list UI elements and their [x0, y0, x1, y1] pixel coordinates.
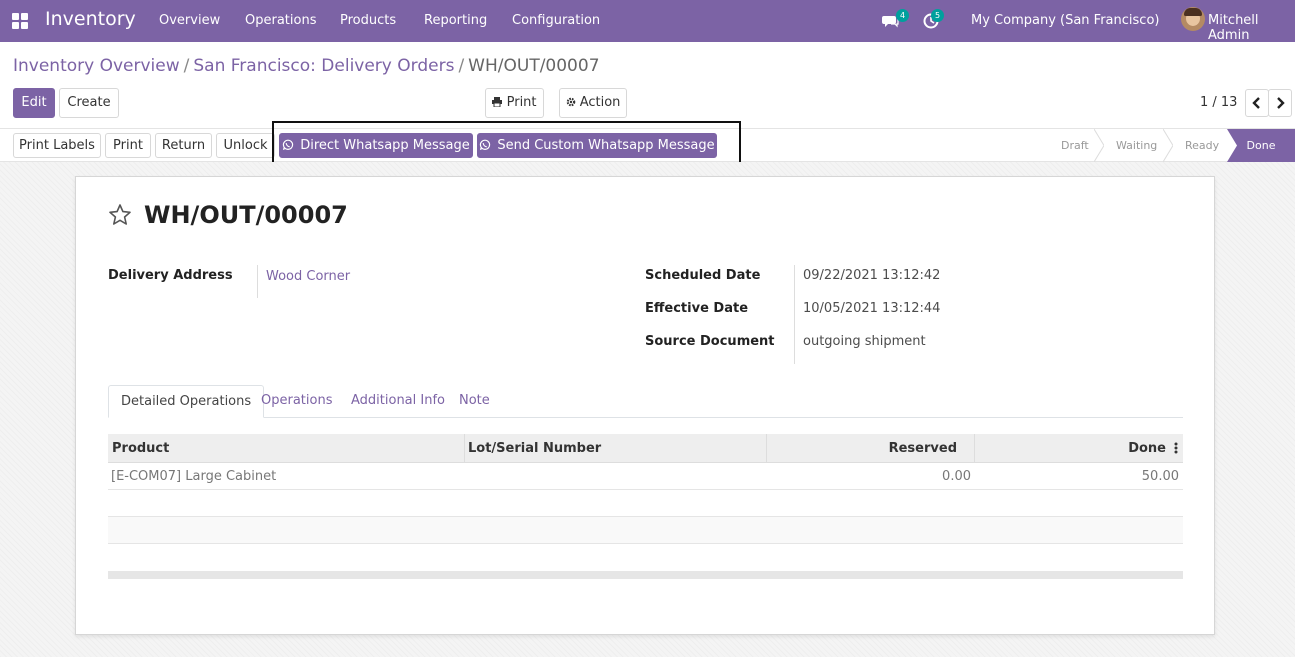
source-document-value: outgoing shipment [803, 334, 926, 349]
horizontal-scrollbar[interactable] [108, 571, 1183, 579]
star-icon[interactable] [108, 203, 132, 227]
breadcrumb-separator: / [458, 56, 465, 76]
stage-separator [1163, 129, 1173, 162]
gear-icon [566, 97, 575, 106]
whatsapp-icon [283, 139, 294, 150]
menu-operations[interactable]: Operations [245, 13, 316, 28]
cell-done: 50.00 [1141, 469, 1179, 484]
table-row[interactable]: [E-COM07] Large Cabinet 0.00 50.00 [108, 463, 1183, 490]
table-header: Product Lot/Serial Number Reserved Done [108, 434, 1183, 463]
scheduled-date-value: 09/22/2021 13:12:42 [803, 268, 941, 283]
chevron-left-icon [1252, 97, 1260, 109]
column-lot-serial[interactable]: Lot/Serial Number [468, 434, 601, 463]
delivery-address-label: Delivery Address [108, 268, 233, 283]
user-avatar[interactable] [1181, 7, 1205, 31]
field-divider [794, 265, 795, 364]
tab-note[interactable]: Note [447, 385, 502, 418]
app-name[interactable]: Inventory [45, 8, 136, 30]
stage-waiting[interactable]: Waiting [1116, 129, 1157, 162]
menu-configuration[interactable]: Configuration [512, 13, 600, 28]
scheduled-date-label: Scheduled Date [645, 268, 761, 283]
print-dropdown-label: Print [506, 95, 537, 110]
breadcrumb-current: WH/OUT/00007 [468, 56, 600, 76]
breadcrumb-delivery-orders[interactable]: San Francisco: Delivery Orders [193, 56, 454, 76]
effective-date-value: 10/05/2021 13:12:44 [803, 301, 941, 316]
print-button[interactable]: Print [105, 133, 151, 158]
stage-separator [1094, 129, 1104, 162]
edit-button[interactable]: Edit [13, 88, 55, 118]
column-done[interactable]: Done [1128, 434, 1166, 463]
company-switcher[interactable]: My Company (San Francisco) [971, 13, 1159, 28]
stage-ready[interactable]: Ready [1185, 129, 1219, 162]
chevron-right-icon [1277, 97, 1285, 109]
pager-previous-button[interactable] [1245, 89, 1269, 117]
stage-done-current: Done [1227, 129, 1295, 162]
whatsapp-icon [480, 139, 491, 150]
direct-whatsapp-label: Direct Whatsapp Message [300, 138, 470, 153]
notebook-tabs: Detailed Operations Operations Additiona… [108, 385, 1183, 418]
create-button[interactable]: Create [59, 88, 119, 118]
apps-menu-icon[interactable] [12, 13, 28, 29]
action-dropdown-label: Action [579, 95, 621, 110]
messages-count-badge: 4 [896, 9, 909, 22]
menu-reporting[interactable]: Reporting [424, 13, 487, 28]
breadcrumb-separator: / [183, 56, 190, 76]
tab-additional-info[interactable]: Additional Info [339, 385, 457, 418]
cell-reserved: 0.00 [942, 469, 971, 484]
unlock-button[interactable]: Unlock [216, 133, 275, 158]
pager-next-button[interactable] [1268, 89, 1292, 117]
effective-date-label: Effective Date [645, 301, 749, 316]
table-row-empty [108, 490, 1183, 517]
column-separator [464, 434, 465, 463]
source-document-label: Source Document [645, 334, 775, 349]
record-title: WH/OUT/00007 [144, 201, 348, 229]
return-button[interactable]: Return [155, 133, 212, 158]
field-divider [257, 265, 258, 298]
top-navbar: Inventory Overview Operations Products R… [0, 0, 1295, 43]
printer-icon [492, 96, 503, 107]
breadcrumb: Inventory Overview / San Francisco: Delive… [13, 56, 600, 76]
column-separator [974, 434, 975, 463]
form-sheet: WH/OUT/00007 Delivery Address Wood Corne… [75, 176, 1215, 635]
print-labels-button[interactable]: Print Labels [13, 133, 101, 158]
column-options-icon[interactable] [1174, 442, 1178, 454]
custom-whatsapp-label: Send Custom Whatsapp Message [497, 138, 715, 153]
custom-whatsapp-button[interactable]: Send Custom Whatsapp Message [477, 133, 717, 158]
menu-overview[interactable]: Overview [159, 13, 220, 28]
column-reserved[interactable]: Reserved [889, 434, 957, 463]
tab-operations[interactable]: Operations [249, 385, 344, 418]
delivery-address-value[interactable]: Wood Corner [266, 269, 350, 284]
table-row-empty [108, 517, 1183, 544]
stage-draft[interactable]: Draft [1061, 129, 1089, 162]
breadcrumb-inventory-overview[interactable]: Inventory Overview [13, 56, 180, 76]
activities-count-badge: 5 [931, 9, 944, 22]
action-dropdown-button[interactable]: Action [559, 88, 627, 118]
pager-value[interactable]: 1 / 13 [1200, 95, 1237, 110]
tab-detailed-operations[interactable]: Detailed Operations [108, 385, 265, 418]
cell-product: [E-COM07] Large Cabinet [111, 469, 277, 484]
menu-products[interactable]: Products [340, 13, 396, 28]
column-product[interactable]: Product [112, 434, 169, 463]
direct-whatsapp-button[interactable]: Direct Whatsapp Message [279, 133, 473, 158]
print-dropdown-button[interactable]: Print [485, 88, 544, 118]
user-menu[interactable]: Mitchell Admin [1208, 13, 1295, 43]
column-separator [766, 434, 767, 463]
